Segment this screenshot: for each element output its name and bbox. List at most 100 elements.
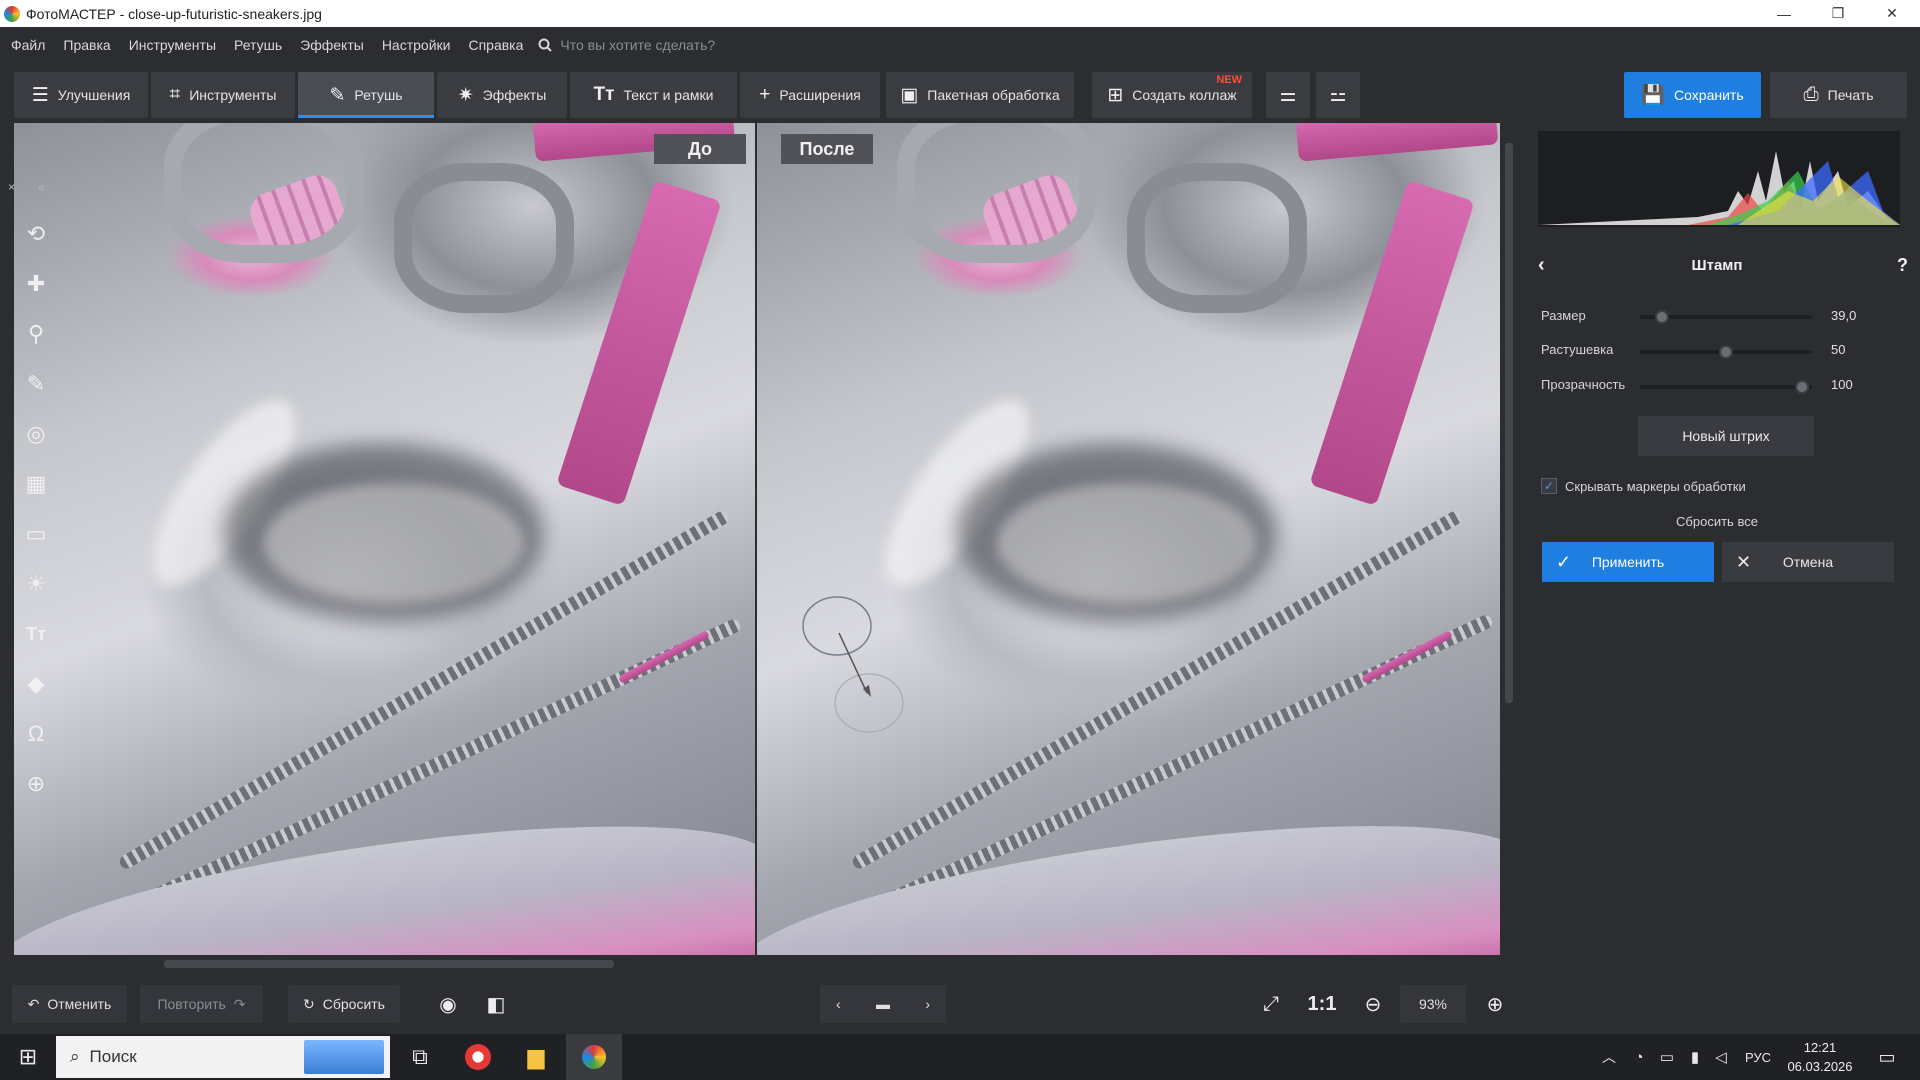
sliders-icon: ☰ [31,84,49,106]
clock-time: 12:21 [1803,1040,1837,1055]
zoom-out-icon[interactable]: ⊖ [1354,985,1392,1023]
help-icon[interactable]: ? [1897,255,1908,276]
text-icon[interactable]: Tт [14,612,58,656]
radial-icon[interactable]: ◎ [14,412,58,456]
rotate-icon[interactable]: ⟲ [14,212,58,256]
fit-screen-icon[interactable]: ⤢ [1252,985,1290,1023]
language-indicator[interactable]: РУС [1736,1034,1780,1080]
hide-markers-row[interactable]: ✓ Скрывать маркеры обработки [1541,478,1746,494]
vertical-scrollbar[interactable] [1500,123,1518,955]
vignette-icon[interactable]: ▭ [14,512,58,556]
menu-settings[interactable]: Настройки [371,37,458,53]
brush-icon: ✎ [329,84,346,106]
scroll-thumb[interactable] [164,960,614,968]
tab-text-frames[interactable]: Tт Текст и рамки [570,72,737,118]
tab-enhancements[interactable]: ☰ Улучшения [14,72,148,118]
batch-icon: ▣ [900,84,919,106]
back-icon[interactable]: ‹ [1538,254,1545,277]
clock[interactable]: 12:21 06.03.2026 [1780,1038,1860,1076]
hide-markers-checkbox[interactable]: ✓ [1541,478,1557,494]
file-explorer-icon[interactable]: ▆ [508,1034,564,1080]
check-icon: ✓ [1556,551,1572,572]
windows-start-icon[interactable]: ⊞ [0,1034,56,1080]
pink-accent [1295,123,1499,162]
zoom-value[interactable]: 93% [1400,985,1466,1023]
feather-value: 50 [1831,342,1846,357]
prev-image-icon[interactable]: ‹ [820,996,857,1012]
stamp-marker[interactable] [797,593,937,753]
apply-button[interactable]: ✓ Применить [1542,542,1714,582]
browser-icon[interactable] [450,1034,506,1080]
reset-button[interactable]: ↻ Сбросить [288,985,400,1023]
scroll-thumb[interactable] [1505,143,1513,703]
pink-accent [556,180,722,506]
create-collage-button[interactable]: ⊞ Создать коллаж NEW [1092,72,1252,118]
close-palette-icon[interactable]: × [8,180,15,194]
taskbar-search[interactable]: ⌕ Поиск [56,1036,390,1078]
globe-icon[interactable]: ⊕ [14,762,58,806]
close-button[interactable]: ✕ [1865,0,1919,27]
menu-edit[interactable]: Правка [52,37,117,53]
tab-label: Ретушь [354,87,403,103]
display-icon[interactable]: ▭ [1652,1034,1682,1080]
add-preset-button[interactable]: ⚌ [1266,72,1310,118]
notifications-icon[interactable]: ▭ [1862,1034,1912,1080]
before-image[interactable]: До [14,123,755,955]
fill-icon[interactable]: ◆ [14,662,58,706]
window-title: ФотоМАСТЕР - close-up-futuristic-sneaker… [26,5,322,22]
horizontal-scrollbar[interactable] [14,955,1510,973]
shoe-sole [14,791,755,955]
tab-tools[interactable]: ⌗ Инструменты [151,72,295,118]
volume-icon[interactable]: ◁ [1706,1034,1736,1080]
gradient-icon[interactable]: ▦ [14,462,58,506]
task-view-icon[interactable]: ⧉ [392,1034,448,1080]
undo-button[interactable]: ↶ Отменить [12,985,127,1023]
after-image[interactable]: После [757,123,1510,955]
command-search[interactable]: Что вы хотите сделать? [538,37,715,53]
reset-all-link[interactable]: Сбросить все [1530,514,1904,529]
menu-file[interactable]: Файл [0,37,52,53]
redo-button[interactable]: Повторить ↷ [140,985,263,1023]
slider-knob[interactable] [1719,345,1733,359]
menu-retouch[interactable]: Ретушь [223,37,289,53]
folder-icon[interactable]: ▬ [865,996,902,1012]
tab-retouch[interactable]: ✎ Ретушь [298,72,434,118]
sun-icon[interactable]: ☀ [14,562,58,606]
highlight [264,483,524,603]
zoom-1to1-button[interactable]: 1:1 [1302,985,1342,1023]
menu-help[interactable]: Справка [457,37,530,53]
taskbar-search-label: Поиск [89,1047,137,1066]
slider-knob[interactable] [1794,380,1809,394]
history-button[interactable]: ⚍ [1316,72,1360,118]
batch-processing-button[interactable]: ▣ Пакетная обработка [886,72,1074,118]
minimize-button[interactable]: — [1757,0,1811,27]
save-button[interactable]: 💾 Сохранить [1624,72,1761,118]
compare-split-icon[interactable]: ◧ [476,985,516,1023]
lasso-icon[interactable]: Ω [14,712,58,756]
tab-extensions[interactable]: + Расширения [740,72,880,118]
opacity-slider[interactable] [1640,380,1812,394]
size-slider[interactable] [1640,310,1812,324]
cancel-button[interactable]: ✕ Отмена [1722,542,1894,582]
feather-slider[interactable] [1640,345,1812,359]
preview-eye-icon[interactable]: ◉ [428,985,468,1023]
brush-icon[interactable]: ✎ [14,362,58,406]
printer-icon: ⎙ [1803,84,1819,105]
maximize-button[interactable]: ❐ [1811,0,1865,27]
photo-canvas[interactable]: До После [14,123,1510,955]
menu-effects[interactable]: Эффекты [289,37,371,53]
lace-loop [394,163,574,313]
menu-tools[interactable]: Инструменты [118,37,223,53]
save-label: Сохранить [1674,87,1744,103]
patch-icon[interactable]: ✚ [14,262,58,306]
search-icon: ⌕ [70,1047,80,1066]
stamp-icon[interactable]: ⚲ [14,312,58,356]
fotomaster-app-icon[interactable] [566,1034,622,1080]
next-image-icon[interactable]: › [909,996,946,1012]
new-stroke-button[interactable]: Новый штрих [1638,416,1814,456]
zoom-in-icon[interactable]: ⊕ [1476,985,1514,1023]
network-icon[interactable]: ◔ [1624,1034,1654,1080]
tab-effects[interactable]: ✷ Эффекты [437,72,567,118]
print-button[interactable]: ⎙ Печать [1770,72,1907,118]
collapse-palette-icon[interactable]: « [38,180,45,194]
